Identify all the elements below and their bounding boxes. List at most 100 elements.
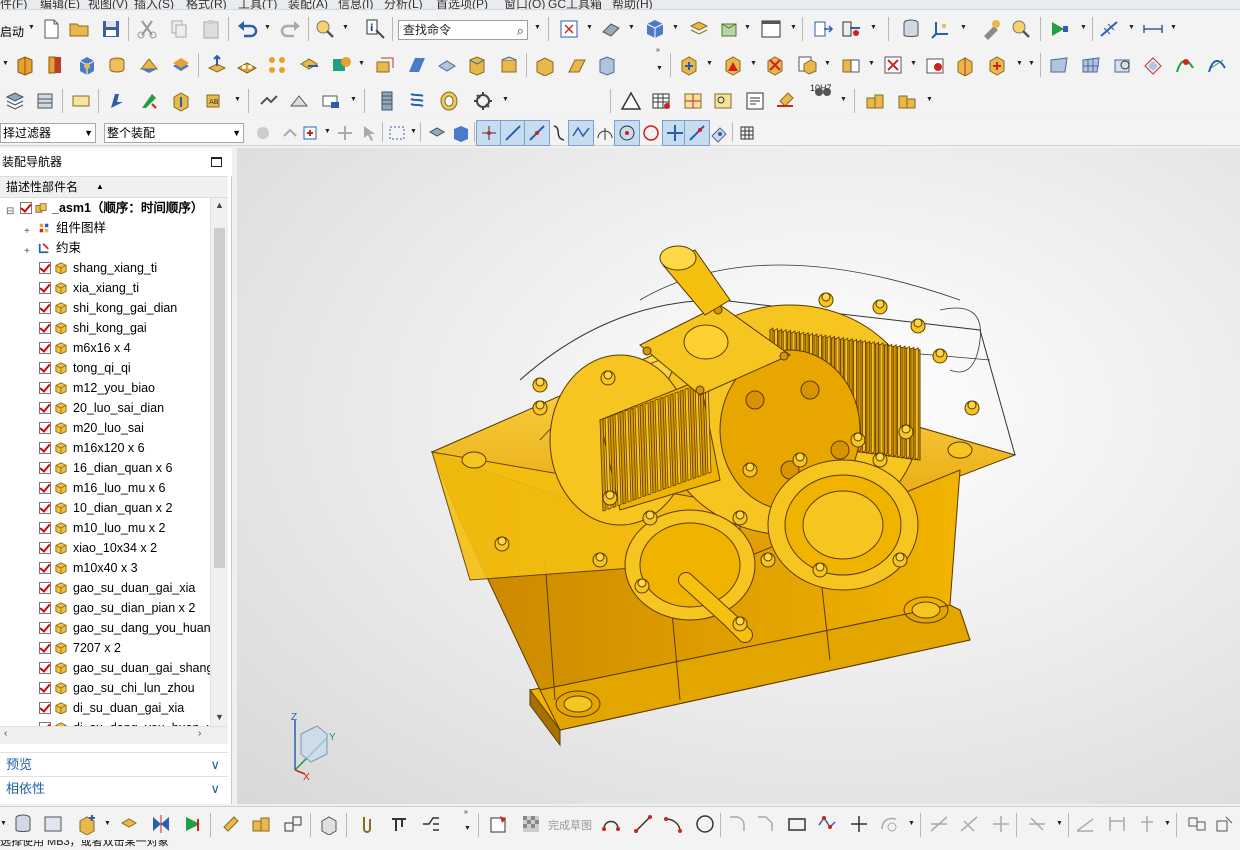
surface-patch-icon[interactable]	[1046, 52, 1072, 78]
tree-part-row[interactable]: xiao_10x34 x 2	[0, 538, 210, 558]
fastener-icon[interactable]	[168, 88, 194, 114]
cube-view-icon[interactable]	[642, 16, 668, 42]
scroll-thumb[interactable]	[214, 228, 225, 568]
tree-part-row[interactable]: gao_su_chi_lun_zhou	[0, 678, 210, 698]
part-visibility-checkbox[interactable]	[39, 502, 51, 514]
row2-more-caret-icon[interactable]: ▼	[656, 65, 664, 73]
point-on-surface-icon[interactable]	[706, 120, 732, 146]
menu-item[interactable]: 工具(T)	[238, 0, 277, 9]
analysis-icon[interactable]	[1008, 16, 1034, 42]
wcs-caret-icon[interactable]: ▼	[960, 24, 968, 32]
chamfer-icon[interactable]	[464, 52, 490, 78]
menu-item[interactable]: 件(F)	[0, 0, 27, 9]
finish-sketch-flag-icon[interactable]	[518, 811, 544, 837]
replace-component-icon[interactable]	[794, 52, 820, 78]
part-visibility-checkbox[interactable]	[39, 382, 51, 394]
constraint-part-icon[interactable]	[218, 811, 244, 837]
geometric-constraint-icon[interactable]	[1134, 811, 1160, 837]
trim-caret-icon[interactable]: ▼	[358, 60, 366, 68]
menu-item[interactable]: 窗口(O)	[504, 0, 545, 9]
search-icon[interactable]: ⌕	[517, 22, 524, 40]
tree-part-row[interactable]: di_su_duan_gai_xia	[0, 698, 210, 718]
polygon-icon[interactable]	[814, 811, 840, 837]
mirror-icon[interactable]	[148, 811, 174, 837]
reuse-caret-icon[interactable]: ▼	[234, 96, 242, 104]
undo-icon[interactable]	[234, 16, 260, 42]
navigator-vertical-scrollbar[interactable]: ▲ ▼	[210, 198, 228, 726]
save-icon[interactable]	[98, 16, 124, 42]
grid-surface-icon[interactable]	[1078, 52, 1104, 78]
section-curve-icon[interactable]	[256, 88, 282, 114]
rectangle-select-icon[interactable]	[384, 120, 410, 146]
curve-analysis-icon[interactable]	[1172, 52, 1198, 78]
pattern-icon[interactable]	[264, 52, 290, 78]
part-visibility-checkbox[interactable]	[39, 562, 51, 574]
component-warning-caret-icon[interactable]: ▼	[750, 60, 758, 68]
tree-root-row[interactable]: ⊟ _asm1（顺序：时间顺序）	[0, 198, 210, 218]
intersection-icon[interactable]	[568, 120, 594, 146]
part-visibility-checkbox[interactable]	[39, 342, 51, 354]
sequence-icon[interactable]	[984, 52, 1010, 78]
layers-stack-icon[interactable]	[2, 88, 28, 114]
filter-settings-icon[interactable]	[250, 120, 276, 146]
profile-icon[interactable]	[598, 811, 624, 837]
tree-part-row[interactable]: gao_su_duan_gai_xia	[0, 578, 210, 598]
studio-surface-icon[interactable]	[1140, 52, 1166, 78]
quick-trim-icon[interactable]	[926, 811, 952, 837]
constraint-caret-icon[interactable]: ▼	[1164, 820, 1172, 828]
tree-part-row[interactable]: di_su_dang_you_huan_xia	[0, 718, 210, 726]
part-visibility-checkbox[interactable]	[39, 462, 51, 474]
preview-panel-header[interactable]: 预览 ∨	[0, 752, 228, 776]
work-layer-icon[interactable]	[716, 16, 742, 42]
row2-caret-icon[interactable]: ▼	[2, 60, 10, 68]
block-icon[interactable]	[74, 52, 100, 78]
quick-extend-icon[interactable]	[956, 811, 982, 837]
part-visibility-checkbox[interactable]	[39, 282, 51, 294]
draft-icon[interactable]	[404, 52, 430, 78]
tool-icon[interactable]	[978, 16, 1004, 42]
start-menu-caret-icon[interactable]: ▼	[28, 24, 36, 32]
fit-view-icon[interactable]	[556, 16, 582, 42]
extrude-icon[interactable]	[12, 52, 38, 78]
menu-item[interactable]: 格式(R)	[186, 0, 227, 9]
assembly-arrange-icon[interactable]	[180, 811, 206, 837]
part-visibility-checkbox[interactable]	[39, 302, 51, 314]
tree-part-row[interactable]: m12_you_biao	[0, 378, 210, 398]
line-icon[interactable]	[630, 811, 656, 837]
chevron-down-icon[interactable]: ∨	[210, 753, 220, 777]
body-select-icon[interactable]	[448, 120, 474, 146]
combine-icon[interactable]	[296, 52, 322, 78]
wave-link-icon[interactable]	[922, 52, 948, 78]
scroll-right-icon[interactable]: ›	[198, 728, 201, 739]
expand-icon[interactable]: +	[24, 242, 30, 258]
add-component-icon[interactable]	[676, 52, 702, 78]
menu-item[interactable]: 编辑(E)	[40, 0, 80, 9]
select-box-icon[interactable]	[298, 120, 324, 146]
tree-group-row[interactable]: + 约束	[0, 238, 210, 258]
measure-distance-icon[interactable]	[1140, 16, 1166, 42]
bearing-icon[interactable]	[436, 88, 462, 114]
quadrant-point-icon[interactable]	[638, 120, 664, 146]
coordinate-table-icon[interactable]	[680, 88, 706, 114]
cone-icon[interactable]	[136, 52, 162, 78]
tree-part-row[interactable]: xia_xiang_ti	[0, 278, 210, 298]
bottom-more-caret-icon[interactable]: ▼	[464, 825, 472, 833]
paperclip-icon[interactable]	[354, 811, 380, 837]
type-filter-select[interactable]: 择过滤器 ▼	[0, 123, 96, 143]
cut-icon[interactable]	[134, 16, 160, 42]
delete-component-icon[interactable]	[762, 52, 788, 78]
part-visibility-checkbox[interactable]	[39, 442, 51, 454]
dependencies-panel-header[interactable]: 相依性 ∨	[0, 776, 228, 800]
reuse-library-icon[interactable]: AB	[202, 88, 228, 114]
select-all-icon[interactable]	[356, 120, 382, 146]
menu-item[interactable]: 插入(S)	[134, 0, 174, 9]
part-visibility-checkbox[interactable]	[39, 702, 51, 714]
group-parts-icon[interactable]	[248, 811, 274, 837]
chevron-down-icon[interactable]: ∨	[210, 777, 220, 801]
replace-caret-icon[interactable]: ▼	[824, 60, 832, 68]
menu-item[interactable]: GC工具箱	[548, 0, 602, 9]
sort-ascending-icon[interactable]: ▲	[96, 177, 104, 197]
tree-part-row[interactable]: m10_luo_mu x 2	[0, 518, 210, 538]
menu-item[interactable]: 分析(L)	[384, 0, 423, 9]
selection-scope-select[interactable]: 整个装配 ▼	[104, 123, 244, 143]
